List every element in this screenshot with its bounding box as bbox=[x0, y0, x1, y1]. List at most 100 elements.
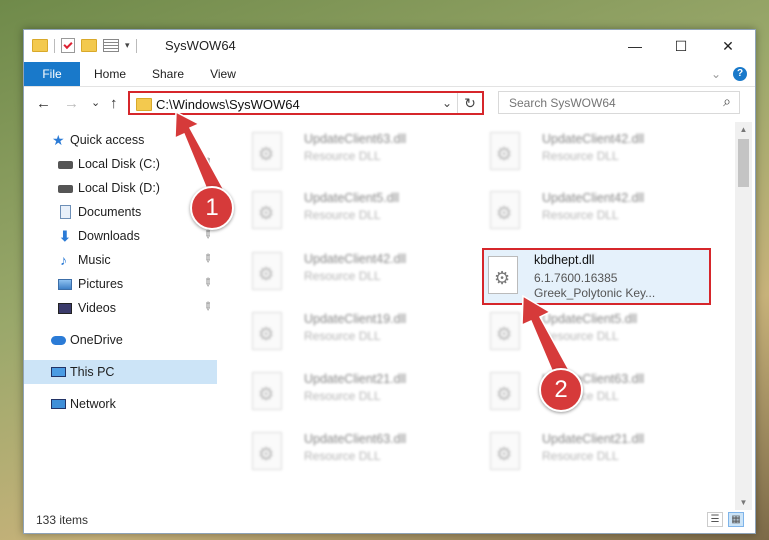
help-icon[interactable]: ? bbox=[733, 67, 747, 81]
back-button[interactable]: ← bbox=[36, 95, 51, 112]
file-item[interactable]: ⚙ UpdateClient42.dll Resource DLL bbox=[484, 126, 714, 178]
forward-button[interactable]: → bbox=[64, 95, 79, 112]
sidebar-item-local-disk-d[interactable]: Local Disk (D:) bbox=[24, 176, 217, 200]
dll-file-icon: ⚙ bbox=[490, 372, 520, 410]
dll-file-icon: ⚙ bbox=[490, 312, 520, 350]
properties-icon[interactable] bbox=[61, 38, 75, 53]
search-icon[interactable]: ⌕ bbox=[723, 93, 731, 110]
tab-home[interactable]: Home bbox=[86, 62, 134, 86]
pin-icon: ✎ bbox=[199, 299, 215, 315]
file-item[interactable]: ⚙ UpdateClient5.dll Resource DLL bbox=[246, 185, 476, 237]
address-dropdown-icon[interactable]: ⌄ bbox=[442, 96, 452, 110]
dll-file-icon: ⚙ bbox=[252, 132, 282, 170]
file-item[interactable]: ⚙ UpdateClient63.dll Resource DLL bbox=[246, 126, 476, 178]
search-input[interactable] bbox=[507, 95, 711, 111]
new-folder-icon[interactable] bbox=[81, 39, 97, 52]
gear-icon: ⚙ bbox=[258, 324, 275, 344]
sidebar-item-quick-access[interactable]: ★ Quick access bbox=[24, 128, 217, 152]
status-bar: 133 items ☰ ▦ bbox=[24, 510, 755, 532]
sidebar-item-local-disk-c[interactable]: Local Disk (C:) ✎ bbox=[24, 152, 217, 176]
dll-file-icon: ⚙ bbox=[490, 191, 520, 229]
toolbar-divider bbox=[54, 38, 55, 53]
gear-icon: ⚙ bbox=[258, 144, 275, 164]
sidebar-item-documents[interactable]: Documents ✎ bbox=[24, 200, 217, 224]
file-type: Resource DLL bbox=[304, 208, 381, 222]
this-pc-icon bbox=[51, 365, 66, 379]
onedrive-icon bbox=[51, 333, 66, 347]
file-type: Resource DLL bbox=[304, 389, 381, 403]
file-item[interactable]: ⚙ UpdateClient5.dll Resource DLL bbox=[484, 306, 714, 358]
address-path[interactable]: C:\Windows\SysWOW64 bbox=[156, 97, 300, 112]
folder-icon[interactable] bbox=[32, 39, 48, 52]
file-version: 6.1.7600.16385 bbox=[534, 271, 618, 285]
scroll-down-icon[interactable]: ▼ bbox=[735, 498, 752, 507]
details-view-button[interactable]: ☰ bbox=[707, 512, 723, 527]
file-name: UpdateClient21.dll bbox=[304, 372, 407, 386]
tab-view[interactable]: View bbox=[200, 62, 246, 86]
sidebar-item-label: Local Disk (C:) bbox=[78, 157, 160, 171]
sidebar-item-onedrive[interactable]: OneDrive bbox=[24, 328, 217, 352]
file-name: UpdateClient63.dll bbox=[304, 132, 407, 146]
highlighted-file-item[interactable]: ⚙ kbdhept.dll 6.1.7600.16385 Greek_Polyt… bbox=[482, 248, 711, 305]
file-item[interactable]: ⚙ UpdateClient63.dll Resource DLL bbox=[484, 366, 714, 418]
sidebar-item-label: Videos bbox=[78, 301, 116, 315]
item-count: 133 items bbox=[36, 513, 89, 527]
window-title: SysWOW64 bbox=[165, 38, 236, 53]
navigation-pane: ★ Quick access Local Disk (C:) ✎ Local D… bbox=[24, 122, 217, 510]
network-icon bbox=[51, 397, 66, 411]
vertical-scrollbar[interactable]: ▲ ▼ bbox=[735, 122, 752, 510]
view-icon[interactable] bbox=[103, 39, 119, 52]
maximize-button[interactable]: ☐ bbox=[658, 30, 704, 62]
dll-file-icon: ⚙ bbox=[252, 372, 282, 410]
drive-icon bbox=[58, 157, 73, 171]
file-type: Resource DLL bbox=[304, 329, 381, 343]
sidebar-item-this-pc[interactable]: This PC bbox=[24, 360, 217, 384]
pin-icon: ✎ bbox=[199, 251, 215, 267]
address-bar[interactable]: C:\Windows\SysWOW64 ⌄ ↻ bbox=[128, 91, 484, 115]
up-button[interactable]: ↑ bbox=[110, 95, 118, 112]
file-description: Greek_Polytonic Key... bbox=[534, 286, 656, 300]
search-box[interactable]: ⌕ bbox=[498, 91, 740, 114]
sidebar-item-label: Documents bbox=[78, 205, 142, 219]
file-name: UpdateClient5.dll bbox=[542, 312, 638, 326]
file-item[interactable]: ⚙ UpdateClient19.dll Resource DLL bbox=[246, 306, 476, 358]
scroll-thumb[interactable] bbox=[738, 139, 749, 187]
file-name: UpdateClient19.dll bbox=[304, 312, 407, 326]
file-item[interactable]: ⚙ UpdateClient42.dll Resource DLL bbox=[246, 246, 476, 298]
toolbar-divider bbox=[135, 38, 137, 53]
tab-share[interactable]: Share bbox=[144, 62, 192, 86]
minimize-button[interactable]: — bbox=[612, 30, 658, 62]
dll-file-icon: ⚙ bbox=[488, 256, 518, 294]
sidebar-item-label: Local Disk (D:) bbox=[78, 181, 160, 195]
sidebar-item-label: OneDrive bbox=[70, 333, 123, 347]
explorer-window: ▾ SysWOW64 — ☐ ✕ File Home Share View ⌄ … bbox=[23, 29, 756, 534]
file-item[interactable]: ⚙ UpdateClient42.dll Resource DLL bbox=[484, 185, 714, 237]
file-item[interactable]: ⚙ UpdateClient21.dll Resource DLL bbox=[484, 426, 714, 478]
expand-ribbon-icon[interactable]: ⌄ bbox=[708, 62, 724, 86]
folder-icon bbox=[136, 98, 152, 111]
sidebar-item-videos[interactable]: Videos ✎ bbox=[24, 296, 217, 320]
sidebar-item-label: Music bbox=[78, 253, 111, 267]
sidebar-item-pictures[interactable]: Pictures ✎ bbox=[24, 272, 217, 296]
gear-icon: ⚙ bbox=[496, 144, 513, 164]
pin-icon: ✎ bbox=[199, 155, 215, 171]
customize-toolbar-arrow[interactable]: ▾ bbox=[125, 40, 130, 51]
sidebar-item-network[interactable]: Network bbox=[24, 392, 217, 416]
sidebar-item-label: Quick access bbox=[70, 133, 145, 147]
tab-file[interactable]: File bbox=[24, 62, 80, 86]
scroll-up-icon[interactable]: ▲ bbox=[735, 125, 752, 134]
large-icons-view-button[interactable]: ▦ bbox=[728, 512, 744, 527]
sidebar-item-music[interactable]: ♪ Music ✎ bbox=[24, 248, 217, 272]
file-list: ⚙ UpdateClient63.dll Resource DLL ⚙ Upda… bbox=[230, 122, 735, 510]
file-name: UpdateClient42.dll bbox=[304, 252, 407, 266]
file-type: Resource DLL bbox=[304, 269, 381, 283]
step-2-badge: 2 bbox=[539, 368, 583, 412]
close-button[interactable]: ✕ bbox=[705, 30, 751, 62]
file-type: Resource DLL bbox=[304, 449, 381, 463]
file-item[interactable]: ⚙ UpdateClient63.dll Resource DLL bbox=[246, 426, 476, 478]
file-item[interactable]: ⚙ UpdateClient21.dll Resource DLL bbox=[246, 366, 476, 418]
file-type: Resource DLL bbox=[542, 208, 619, 222]
recent-locations-button[interactable]: ⌄ bbox=[91, 96, 100, 109]
refresh-button[interactable]: ↻ bbox=[457, 93, 482, 113]
sidebar-item-downloads[interactable]: ⬇ Downloads ✎ bbox=[24, 224, 217, 248]
